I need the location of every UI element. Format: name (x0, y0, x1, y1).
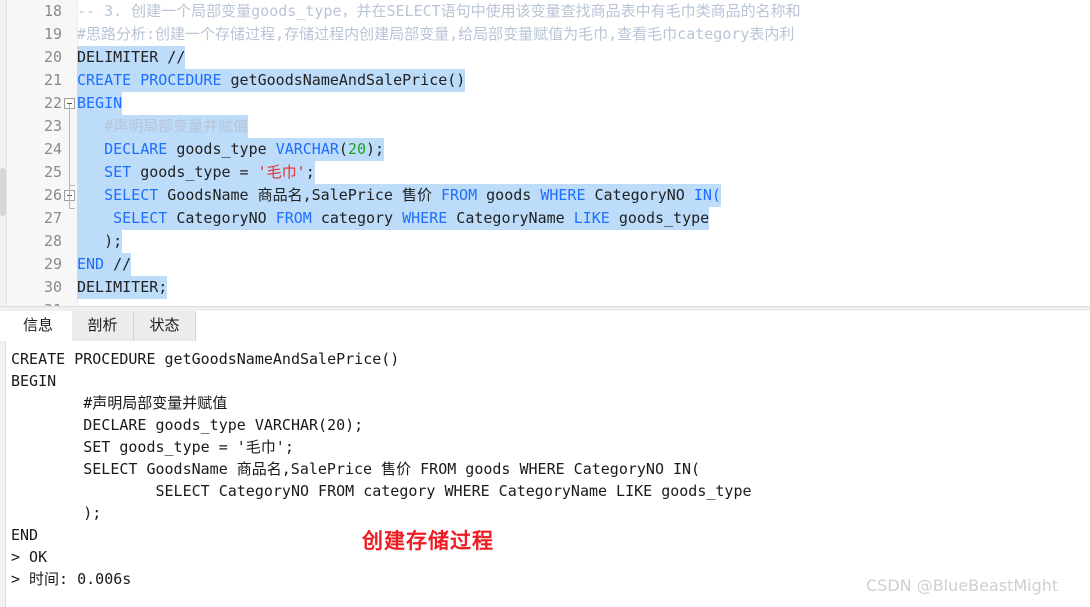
line-text: SELECT GoodsName 商品名,SalePrice 售价 FROM g… (77, 184, 721, 207)
output-line: DECLARE goods_type VARCHAR(20); (11, 416, 364, 434)
line-number: 26 (43, 186, 62, 204)
line-text: END // (77, 253, 132, 276)
editor-line[interactable]: 28 ); (0, 230, 1090, 253)
output-line: BEGIN (11, 372, 57, 390)
output-line: END (11, 526, 39, 544)
fold-guide-outer-end (69, 208, 75, 209)
output-line: ); (11, 504, 102, 522)
line-text: -- 3. 创建一个局部变量goods_type，并在SELECT语句中使用该变… (77, 2, 801, 20)
csdn-watermark: CSDN @BlueBeastMight (866, 576, 1059, 595)
line-number: 28 (43, 232, 62, 250)
output-line: SELECT GoodsName 商品名,SalePrice 售价 FROM g… (11, 460, 701, 478)
editor-line[interactable]: 27 SELECT CategoryNO FROM category WHERE… (0, 207, 1090, 230)
line-text: CREATE PROCEDURE getGoodsNameAndSalePric… (77, 69, 466, 92)
sql-editor-pane[interactable]: 18 -- 3. 创建一个局部变量goods_type，并在SELECT语句中使用… (0, 0, 1090, 311)
line-text: DECLARE goods_type VARCHAR(20); (77, 138, 385, 161)
line-text: DELIMITER; (77, 276, 168, 299)
editor-line[interactable]: 23 #声明局部变量并赋值 (0, 115, 1090, 138)
editor-line[interactable]: 19 #思路分析:创建一个存储过程,存储过程内创建局部变量,给局部变量赋值为毛巾,… (0, 23, 1090, 46)
line-number: 27 (43, 209, 62, 227)
editor-line[interactable]: 25 SET goods_type = '毛巾'; (0, 161, 1090, 184)
editor-code-area[interactable]: 18 -- 3. 创建一个局部变量goods_type，并在SELECT语句中使用… (0, 0, 1090, 311)
fold-guide-inner-end (69, 185, 75, 186)
result-tabbar[interactable]: 信息 剖析 状态 (0, 311, 1090, 342)
fold-guide-outer (69, 104, 70, 208)
output-line: CREATE PROCEDURE getGoodsNameAndSalePric… (11, 350, 400, 368)
editor-line[interactable]: 30 DELIMITER; (0, 276, 1090, 299)
output-left-strip (0, 341, 6, 607)
red-annotation-label: 创建存储过程 (362, 529, 494, 553)
line-number: 24 (43, 140, 62, 158)
tab-profile[interactable]: 剖析 (72, 311, 134, 341)
line-number: 20 (43, 48, 62, 66)
editor-line[interactable]: 22 BEGIN (0, 92, 1090, 115)
line-number: 21 (43, 71, 62, 89)
editor-line[interactable]: 29 END // (0, 253, 1090, 276)
line-number: 23 (43, 117, 62, 135)
tab-info[interactable]: 信息 (4, 311, 72, 341)
output-line: > 时间: 0.006s (11, 570, 132, 588)
editor-line[interactable]: 24 DECLARE goods_type VARCHAR(20); (0, 138, 1090, 161)
line-number: 18 (43, 2, 62, 20)
output-line: > OK (11, 548, 48, 566)
editor-line[interactable]: 20 DELIMITER // (0, 46, 1090, 69)
tab-status[interactable]: 状态 (134, 311, 196, 341)
editor-line[interactable]: 26 SELECT GoodsName 商品名,SalePrice 售价 FRO… (0, 184, 1090, 207)
output-line: #声明局部变量并赋值 (11, 394, 228, 412)
editor-line[interactable]: 21 CREATE PROCEDURE getGoodsNameAndSalePr… (0, 69, 1090, 92)
line-number: 22 (43, 94, 62, 112)
line-text: #思路分析:创建一个存储过程,存储过程内创建局部变量,给局部变量赋值为毛巾,查看… (77, 25, 795, 43)
line-text: #声明局部变量并赋值 (77, 115, 249, 138)
line-text: DELIMITER // (77, 46, 186, 69)
output-line: SET goods_type = '毛巾'; (11, 438, 294, 456)
line-number: 25 (43, 163, 62, 181)
line-text: SELECT CategoryNO FROM category WHERE Ca… (77, 207, 710, 230)
output-message-pane[interactable]: CREATE PROCEDURE getGoodsNameAndSalePric… (0, 341, 1090, 607)
editor-line[interactable]: 18 -- 3. 创建一个局部变量goods_type，并在SELECT语句中使用… (0, 0, 1090, 23)
line-number: 30 (43, 278, 62, 296)
line-number: 29 (43, 255, 62, 273)
line-text: BEGIN (77, 92, 123, 115)
output-line: SELECT CategoryNO FROM category WHERE Ca… (11, 482, 752, 500)
line-number: 19 (43, 25, 62, 43)
line-text: ); (77, 230, 123, 253)
line-text: SET goods_type = '毛巾'; (77, 161, 315, 184)
